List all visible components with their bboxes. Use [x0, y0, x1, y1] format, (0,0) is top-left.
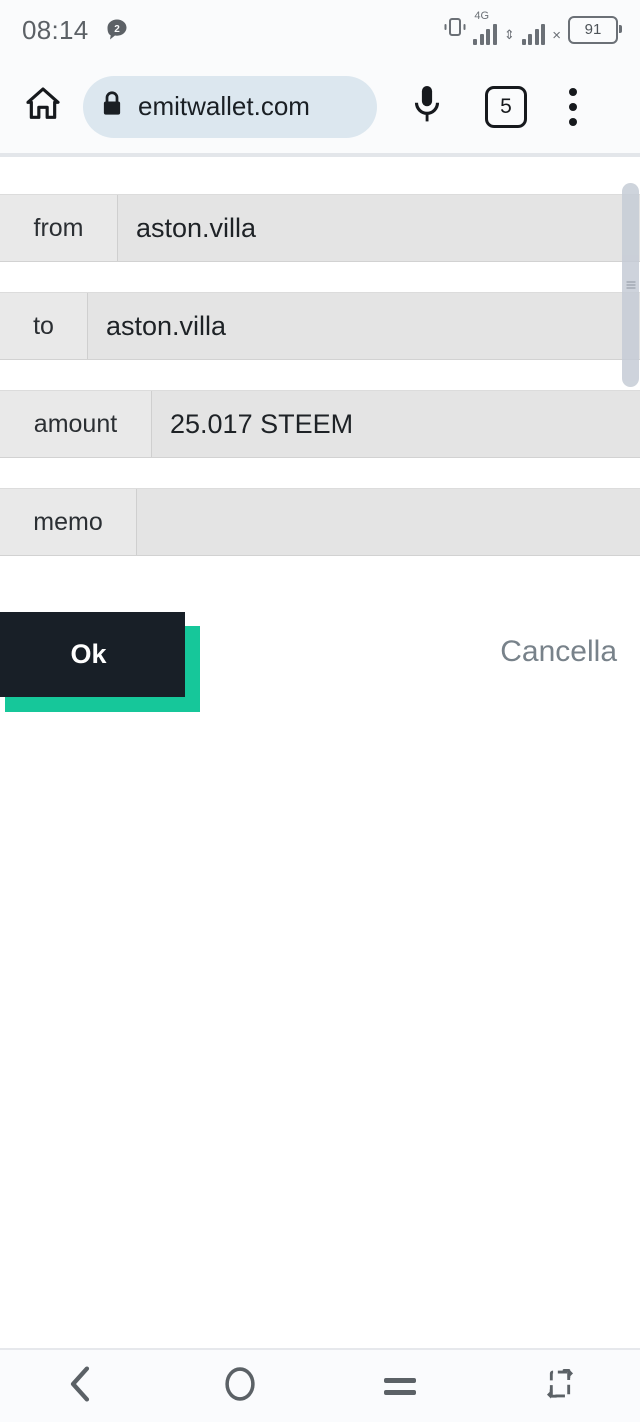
confirm-button-wrapper: Ok [0, 612, 200, 712]
menu-dot-3 [569, 117, 577, 126]
field-label-from: from [0, 195, 118, 261]
menu-dot-1 [569, 87, 577, 96]
table-row-amount: amount 25.017 STEEM [0, 390, 640, 458]
notification-badge-icon: 2 [105, 18, 129, 42]
status-bar: 08:14 2 4G ⇕ × 91 [0, 0, 640, 60]
microphone-icon [410, 83, 444, 130]
confirm-button[interactable]: Ok [0, 612, 185, 697]
url-bar[interactable]: emitwallet.com [83, 75, 377, 138]
table-row-to: to aston.villa [0, 292, 640, 360]
recents-icon [384, 1371, 416, 1402]
system-navigation-bar [0, 1350, 640, 1422]
signal-primary-icon: 4G [473, 10, 497, 45]
field-value-from: aston.villa [118, 195, 640, 261]
battery-level-label: 91 [584, 21, 602, 38]
url-text: emitwallet.com [138, 91, 310, 121]
tab-counter-button[interactable]: 5 [485, 85, 527, 128]
browser-toolbar: emitwallet.com 5 [0, 60, 640, 153]
home-button[interactable] [18, 82, 68, 132]
home-circle-icon [223, 1365, 257, 1408]
field-label-to: to [0, 293, 88, 359]
cancel-button[interactable]: Cancella [500, 635, 617, 669]
vertical-scrollbar[interactable] [622, 183, 639, 387]
sim-disabled-icon: × [552, 26, 561, 44]
field-label-memo: memo [0, 489, 137, 555]
field-label-amount: amount [0, 391, 152, 457]
table-row-from: from aston.villa [0, 194, 640, 262]
status-bar-left: 08:14 2 [22, 15, 129, 46]
svg-text:2: 2 [114, 24, 120, 35]
rotate-screen-icon [545, 1365, 575, 1408]
transfer-details-table: from aston.villa to aston.villa amount 2… [0, 194, 640, 586]
data-up-down-icon: ⇕ [503, 26, 515, 42]
signal-secondary-icon [521, 23, 546, 45]
network-type-label: 4G [474, 9, 490, 22]
menu-dot-2 [569, 102, 577, 111]
status-bar-right: 4G ⇕ × 91 [442, 10, 622, 45]
overflow-menu-button[interactable] [553, 85, 593, 129]
table-row-memo: memo [0, 488, 640, 556]
home-icon [23, 84, 63, 129]
tab-count-label: 5 [500, 95, 512, 118]
nav-rotate-button[interactable] [480, 1350, 640, 1422]
nav-recents-button[interactable] [320, 1350, 480, 1422]
voice-search-button[interactable] [401, 81, 453, 133]
vibrate-icon [442, 16, 468, 43]
field-value-memo [137, 489, 640, 555]
lock-icon [99, 89, 125, 124]
field-value-to: aston.villa [88, 293, 640, 359]
nav-home-button[interactable] [160, 1350, 320, 1422]
back-icon [63, 1364, 97, 1409]
status-clock: 08:14 [22, 14, 89, 45]
nav-back-button[interactable] [0, 1350, 160, 1422]
scrollbar-grip [626, 280, 635, 291]
page-content: from aston.villa to aston.villa amount 2… [0, 157, 640, 1350]
signal-bars [473, 23, 497, 45]
field-value-amount: 25.017 STEEM [152, 391, 640, 457]
battery-icon: 91 [568, 15, 622, 44]
action-buttons: Ok Cancella [0, 612, 640, 722]
